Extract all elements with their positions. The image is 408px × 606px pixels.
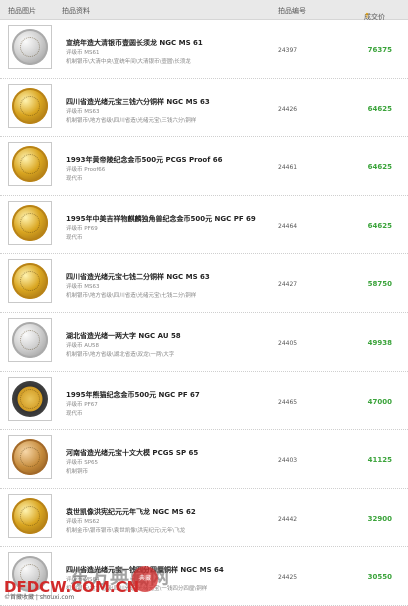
- table-header: 拍品图片 拍品资料 拍品编号 成交价 ↑: [0, 0, 408, 21]
- coin-thumbnail[interactable]: [8, 376, 52, 421]
- lot-grade: 评级币 Proof66: [66, 167, 106, 174]
- coin-thumbnail[interactable]: [8, 200, 52, 245]
- lot-category: 机制银币\大清中央\宣统年间\大清银币\壹圆\长须龙: [66, 59, 191, 65]
- lot-number: 24426: [278, 105, 298, 113]
- coin-image: [12, 29, 48, 65]
- coin-thumbnail[interactable]: [8, 317, 52, 362]
- coin-image: [12, 204, 48, 241]
- lot-title-link[interactable]: 湖北省造光绪一两大字 NGC AU 58: [66, 331, 181, 341]
- lot-category: 机制金币\银币银币\袁世凯像\洪宪纪元\元年\飞龙: [66, 527, 186, 534]
- lot-grade: 评级币 MS62: [66, 518, 100, 525]
- coin-thumbnail[interactable]: [8, 435, 52, 480]
- lot-price: 41125: [367, 456, 392, 465]
- lot-number: 24427: [278, 281, 298, 289]
- lot-category: 机制银币\地方省级\四川省造\光绪元宝\七钱二分\铜样: [66, 293, 197, 300]
- coin-image: [12, 263, 48, 300]
- lot-price: 64625: [367, 104, 392, 113]
- lot-number: 24465: [278, 398, 298, 406]
- coin-thumbnail[interactable]: [8, 25, 52, 69]
- coin-thumbnail[interactable]: [8, 493, 52, 538]
- lot-title-link[interactable]: 四川省造光绪元宝三钱六分铜样 NGC MS 63: [66, 97, 210, 107]
- lot-number: 24464: [278, 222, 298, 230]
- coin-thumbnail[interactable]: [8, 142, 52, 187]
- lot-price: 58750: [367, 280, 392, 289]
- lot-number: 24403: [278, 457, 298, 465]
- lot-category: 现代币: [66, 234, 83, 241]
- coin-thumbnail[interactable]: [8, 83, 52, 128]
- column-header-image: 拍品图片: [8, 7, 36, 15]
- lot-grade: 评级币 AU58: [66, 342, 100, 349]
- column-header-info: 拍品资料: [62, 7, 90, 15]
- lot-category: 机制银币\地方省级\湖北省造\双龙\一两\大字: [66, 351, 175, 358]
- lot-number: 24461: [278, 164, 298, 172]
- lot-grade: 评级币 SP65: [66, 460, 99, 467]
- lot-row: 四川省造光绪元宝七钱二分铜样 NGC MS 63 评级币 MS63 机制银币\地…: [0, 254, 408, 313]
- lot-grade: 评级币 PF67: [66, 401, 98, 408]
- lot-title-link[interactable]: 四川省造光绪元宝七钱二分铜样 NGC MS 63: [66, 272, 210, 282]
- lot-grade: 评级币 MS63: [66, 108, 100, 115]
- coin-thumbnail[interactable]: [8, 259, 52, 304]
- lot-title-link[interactable]: 袁世凯像洪宪纪元元年飞龙 NGC MS 62: [66, 507, 196, 517]
- coin-image: [12, 87, 48, 124]
- lot-title-link[interactable]: 1993年黄帝陵纪念金币500元 PCGS Proof 66: [66, 155, 222, 165]
- lot-category: 现代币: [66, 176, 83, 183]
- lot-title-link[interactable]: 1995年熊猫纪念金币500元 NGC PF 67: [66, 390, 200, 400]
- lot-row: 宣统年造大清银币壹圆长须龙 NGC MS 61 评级币 MS61 机制银币\大清…: [0, 20, 408, 79]
- coin-image: [12, 497, 48, 534]
- lot-row: 四川省造光绪元宝三钱六分铜样 NGC MS 63 评级币 MS63 机制银币\地…: [0, 79, 408, 138]
- lot-title-link[interactable]: 河南省造光绪元宝十文大模 PCGS SP 65: [66, 448, 198, 458]
- lot-price: 64625: [367, 221, 392, 230]
- lot-price: 64625: [367, 163, 392, 172]
- lot-price: 49938: [367, 338, 392, 347]
- lot-number: 24405: [278, 339, 298, 347]
- coin-image: [12, 146, 48, 183]
- lot-number: 24442: [278, 515, 298, 523]
- lot-price: 32900: [367, 514, 392, 523]
- lot-row: 袁世凯像洪宪纪元元年飞龙 NGC MS 62 评级币 MS62 机制金币\银币银…: [0, 489, 408, 548]
- lot-grade: 评级币 MS63: [66, 284, 100, 291]
- lot-price: 76375: [367, 46, 392, 54]
- lot-row: 河南省造光绪元宝十文大模 PCGS SP 65 评级币 SP65 机制铜币 24…: [0, 430, 408, 489]
- lot-category: 机制银币\地方省级\四川省造\光绪元宝\三钱六分\铜样: [66, 117, 197, 124]
- coin-image: [12, 380, 48, 417]
- lot-row: 湖北省造光绪一两大字 NGC AU 58 评级币 AU58 机制银币\地方省级\…: [0, 313, 408, 372]
- lot-row: 1995年中美吉祥物麒麟独角兽纪念金币500元 NGC PF 69 评级币 PF…: [0, 196, 408, 255]
- coin-image: [12, 321, 48, 358]
- lot-grade: 评级币 PF69: [66, 225, 98, 232]
- lot-grade: 评级币 MS61: [66, 50, 100, 56]
- lot-row: 1995年熊猫纪念金币500元 NGC PF 67 评级币 PF67 现代币 2…: [0, 372, 408, 431]
- lot-price: 30550: [367, 573, 392, 582]
- lot-number: 24397: [278, 47, 298, 54]
- lot-category: 机制铜币: [66, 469, 89, 476]
- sort-arrow-icon[interactable]: ↑: [364, 12, 370, 20]
- lot-title-link[interactable]: 1995年中美吉祥物麒麟独角兽纪念金币500元 NGC PF 69: [66, 214, 256, 224]
- lot-number: 24425: [278, 574, 298, 582]
- column-header-lot: 拍品编号: [278, 7, 306, 15]
- coin-image: [12, 439, 48, 476]
- lot-row: 1993年黄帝陵纪念金币500元 PCGS Proof 66 评级币 Proof…: [0, 137, 408, 196]
- lot-category: 现代币: [66, 410, 83, 417]
- lot-list: 宣统年造大清银币壹圆长须龙 NGC MS 61 评级币 MS61 机制银币\大清…: [0, 20, 408, 606]
- lot-price: 47000: [367, 397, 392, 406]
- lot-title-link[interactable]: 宣统年造大清银币壹圆长须龙 NGC MS 61: [66, 38, 203, 48]
